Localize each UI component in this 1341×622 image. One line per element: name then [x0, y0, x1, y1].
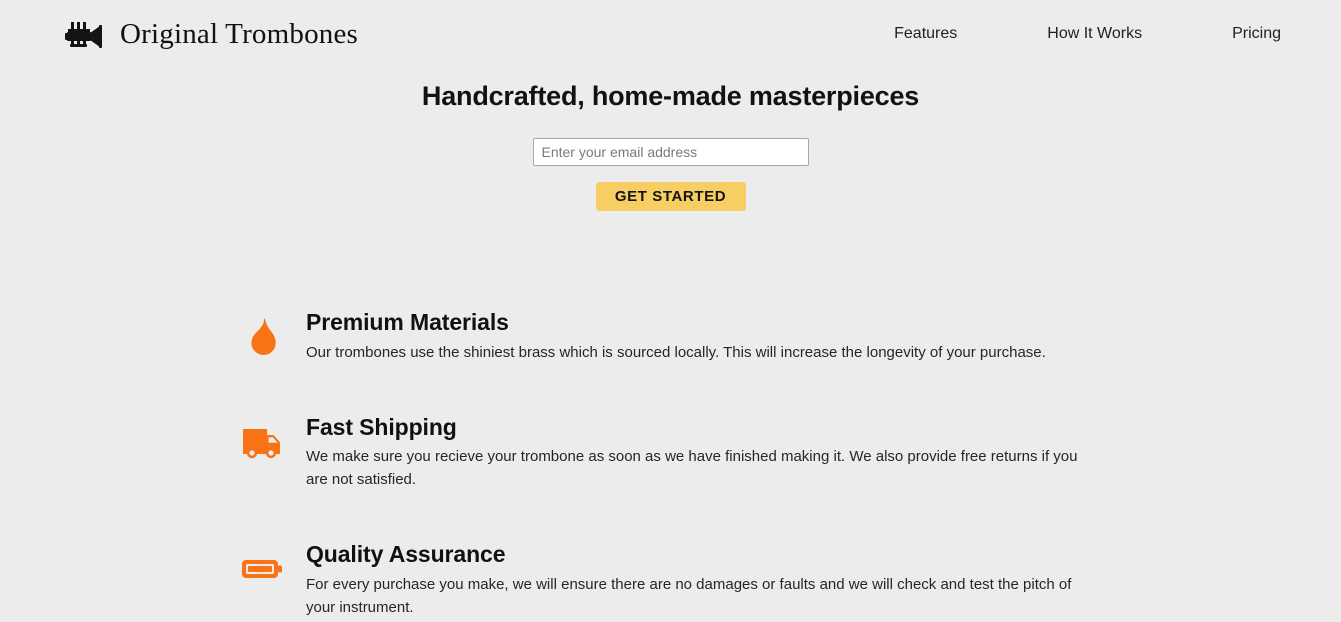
feature-item: Quality Assurance For every purchase you… [240, 541, 1281, 619]
feature-body: Quality Assurance For every purchase you… [306, 541, 1096, 619]
features-section: Premium Materials Our trombones use the … [0, 309, 1341, 619]
site-header: Original Trombones Features How It Works… [0, 0, 1341, 68]
feature-title: Premium Materials [306, 309, 509, 336]
nav-item-features[interactable]: Features [894, 25, 957, 43]
feature-icon-wrap [240, 541, 306, 591]
main-nav: Features How It Works Pricing [894, 25, 1281, 43]
nav-link-features[interactable]: Features [894, 25, 957, 43]
feature-item: Fast Shipping We make sure you recieve y… [240, 414, 1281, 492]
feature-body: Premium Materials Our trombones use the … [306, 309, 1046, 363]
delivery-truck-icon [240, 420, 284, 464]
brand-logo-link[interactable]: Original Trombones [62, 19, 358, 49]
feature-body: Fast Shipping We make sure you recieve y… [306, 414, 1096, 492]
trumpet-icon [62, 19, 108, 49]
flame-icon [240, 315, 284, 359]
feature-icon-wrap [240, 414, 306, 464]
nav-item-how-it-works[interactable]: How It Works [1047, 25, 1142, 43]
nav-link-how-it-works[interactable]: How It Works [1047, 25, 1142, 43]
email-input[interactable] [532, 138, 809, 167]
hero-title: Handcrafted, home-made masterpieces [421, 81, 920, 111]
get-started-button[interactable]: GET STARTED [595, 182, 746, 212]
feature-description: For every purchase you make, we will ens… [306, 575, 1072, 616]
feature-icon-wrap [240, 309, 306, 359]
brand-name: Original Trombones [120, 17, 359, 50]
feature-description: Our trombones use the shiniest brass whi… [306, 343, 1046, 361]
nav-link-pricing[interactable]: Pricing [1232, 25, 1281, 43]
feature-title: Fast Shipping [306, 413, 457, 440]
nav-item-pricing[interactable]: Pricing [1232, 25, 1281, 43]
feature-title: Quality Assurance [306, 541, 506, 568]
hero-section: Handcrafted, home-made masterpieces GET … [0, 68, 1341, 212]
feature-description: We make sure you recieve your trombone a… [306, 447, 1078, 489]
battery-full-icon [240, 547, 284, 591]
feature-item: Premium Materials Our trombones use the … [240, 309, 1281, 363]
